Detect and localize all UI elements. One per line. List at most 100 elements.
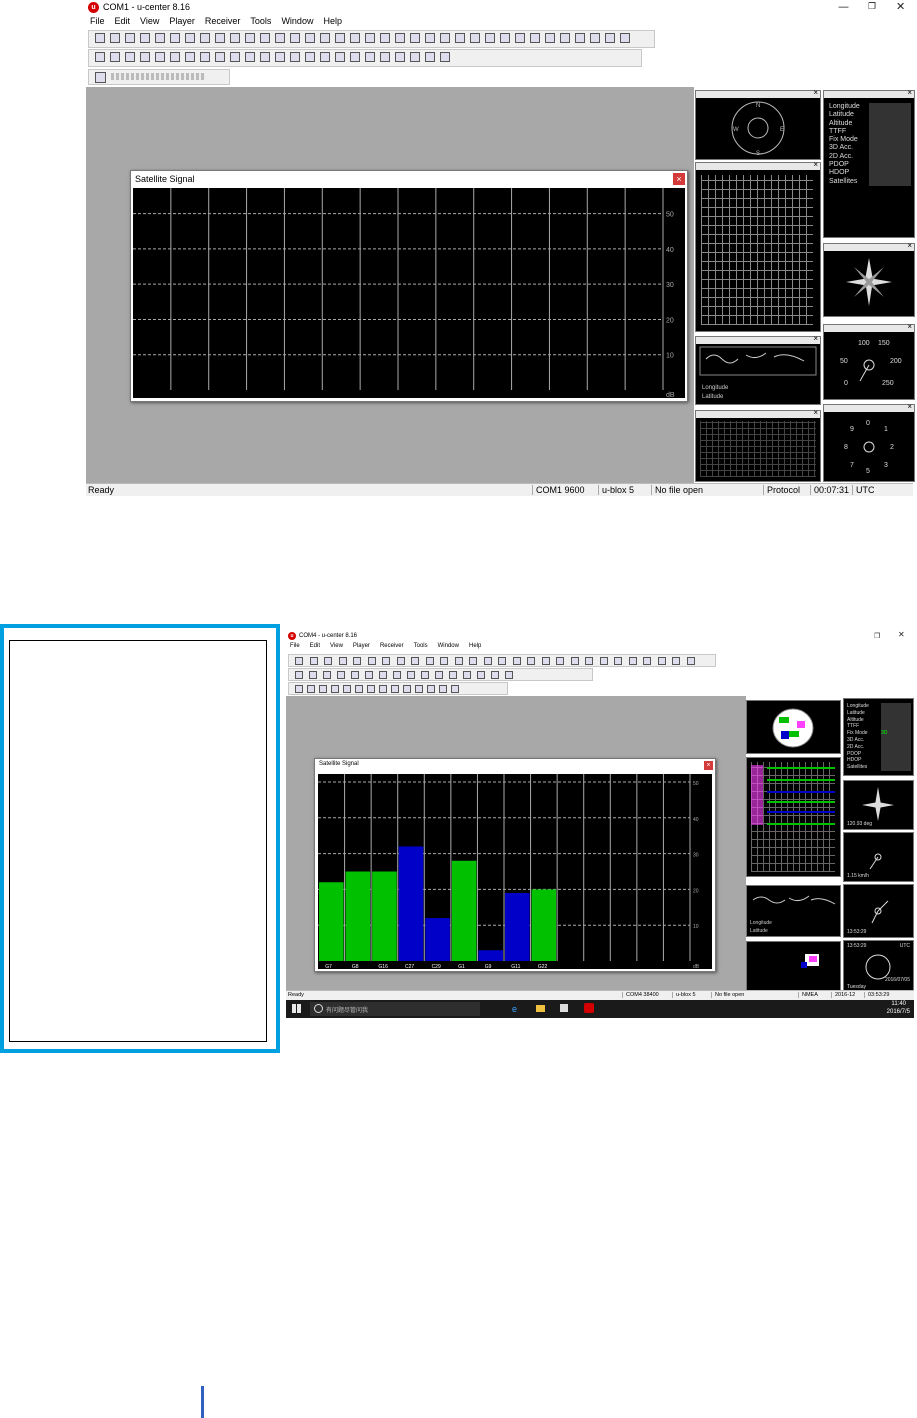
ucenter-taskbar-icon[interactable]	[584, 1003, 594, 1013]
toolbar-button-icon[interactable]	[260, 33, 270, 43]
toolbar-button-icon[interactable]	[230, 33, 240, 43]
toolbar-button-icon[interactable]	[395, 33, 405, 43]
toolbar-button-icon[interactable]	[435, 671, 443, 679]
toolbar-button-icon[interactable]	[125, 33, 135, 43]
restore-button[interactable]: ❐	[868, 2, 876, 12]
toolbar-button-icon[interactable]	[407, 671, 415, 679]
toolbar-button-icon[interactable]	[379, 685, 387, 693]
menu-item-receiver[interactable]: Receiver	[380, 643, 404, 649]
toolbar-button-icon[interactable]	[351, 671, 359, 679]
toolbar-button-icon[interactable]	[379, 671, 387, 679]
toolbar-button-icon[interactable]	[427, 685, 435, 693]
toolbar-button-icon[interactable]	[505, 671, 513, 679]
toolbar-button-icon[interactable]	[411, 657, 419, 665]
toolbar-button-icon[interactable]	[500, 33, 510, 43]
toolbar-button-icon[interactable]	[643, 657, 651, 665]
menu-item-edit[interactable]: Edit	[310, 643, 320, 649]
toolbar-button-icon[interactable]	[620, 33, 630, 43]
toolbar-button-icon[interactable]	[485, 33, 495, 43]
toolbar-button-icon[interactable]	[331, 685, 339, 693]
toolbar-button-icon[interactable]	[463, 671, 471, 679]
toolbar-button-icon[interactable]	[470, 33, 480, 43]
toolbar-button-icon[interactable]	[449, 671, 457, 679]
toolbar-button-icon[interactable]	[455, 33, 465, 43]
panel-close-icon[interactable]: ×	[907, 322, 912, 331]
toolbar-button-icon[interactable]	[309, 657, 318, 665]
menu-item-file[interactable]: File	[90, 16, 105, 26]
toolbar-button-icon[interactable]	[477, 671, 485, 679]
menu-item-view[interactable]: View	[330, 643, 343, 649]
panel-close-icon[interactable]: ×	[813, 160, 818, 169]
toolbar-button-icon[interactable]	[425, 33, 435, 43]
toolbar-button-icon[interactable]	[365, 671, 373, 679]
toolbar-button-icon[interactable]	[275, 52, 285, 62]
toolbar-button-icon[interactable]	[337, 671, 345, 679]
panel-close-icon[interactable]: ×	[813, 88, 818, 97]
toolbar-button-icon[interactable]	[353, 657, 361, 665]
toolbar-button-icon[interactable]	[570, 657, 579, 665]
toolbar-button-icon[interactable]	[498, 657, 506, 665]
menu-item-window[interactable]: Window	[438, 643, 459, 649]
menu-item-file[interactable]: File	[290, 643, 300, 649]
toolbar-button-icon[interactable]	[275, 33, 285, 43]
toolbar-button-icon[interactable]	[396, 657, 405, 665]
dialog-close-button[interactable]: ×	[673, 173, 685, 185]
toolbar-button-icon[interactable]	[110, 33, 120, 43]
toolbar-button-icon[interactable]	[439, 685, 447, 693]
close-button[interactable]: ✕	[896, 0, 905, 13]
panel-close-icon[interactable]: ×	[813, 408, 818, 417]
toolbar-button-icon[interactable]	[295, 671, 303, 679]
toolbar-button-icon[interactable]	[200, 33, 210, 43]
dialog-close-button[interactable]: ×	[704, 761, 713, 770]
toolbar-button-icon[interactable]	[512, 657, 521, 665]
toolbar-button-icon[interactable]	[335, 33, 345, 43]
toolbar-button-icon[interactable]	[290, 52, 300, 62]
toolbar-button-icon[interactable]	[628, 657, 637, 665]
toolbar-button-icon[interactable]	[672, 657, 680, 665]
toolbar-button-icon[interactable]	[110, 52, 120, 62]
toolbar-button-icon[interactable]	[560, 33, 570, 43]
toolbar-button-icon[interactable]	[320, 33, 330, 43]
restore-button[interactable]: ❐	[874, 632, 880, 640]
toolbar-button-icon[interactable]	[295, 685, 303, 693]
panel-close-icon[interactable]: ×	[907, 402, 912, 411]
toolbar-button-icon[interactable]	[585, 657, 593, 665]
toolbar-button-icon[interactable]	[170, 33, 180, 43]
panel-close-icon[interactable]: ×	[907, 88, 912, 97]
menu-item-receiver[interactable]: Receiver	[205, 16, 241, 26]
menu-item-tools[interactable]: Tools	[250, 16, 271, 26]
toolbar-button-icon[interactable]	[335, 52, 345, 62]
toolbar-button-icon[interactable]	[686, 657, 695, 665]
toolbar-button-icon[interactable]	[323, 671, 331, 679]
toolbar-button-icon[interactable]	[395, 52, 405, 62]
toolbar-button-icon[interactable]	[319, 685, 327, 693]
toolbar-button-icon[interactable]	[125, 52, 135, 62]
store-icon[interactable]	[560, 1004, 568, 1012]
toolbar-button-icon[interactable]	[403, 685, 411, 693]
menu-item-player[interactable]: Player	[169, 16, 195, 26]
toolbar-button-icon[interactable]	[556, 657, 564, 665]
menu-item-window[interactable]: Window	[281, 16, 313, 26]
toolbar-button-icon[interactable]	[367, 685, 375, 693]
toolbar-button-icon[interactable]	[355, 685, 363, 693]
toolbar-button-icon[interactable]	[391, 685, 399, 693]
toolbar-button-icon[interactable]	[421, 671, 429, 679]
close-button[interactable]: ✕	[898, 630, 905, 639]
toolbar-button-icon[interactable]	[260, 52, 270, 62]
toolbar-button-icon[interactable]	[590, 33, 600, 43]
toolbar-button-icon[interactable]	[440, 657, 448, 665]
toolbar-button-icon[interactable]	[614, 657, 622, 665]
toolbar-button-icon[interactable]	[309, 671, 317, 679]
toolbar-button-icon[interactable]	[365, 33, 375, 43]
toolbar-button-icon[interactable]	[200, 52, 210, 62]
toolbar-button-icon[interactable]	[215, 52, 225, 62]
toolbar-button-icon[interactable]	[245, 52, 255, 62]
toolbar-button-icon[interactable]	[410, 52, 420, 62]
toolbar-button-icon[interactable]	[530, 33, 540, 43]
toolbar-button-icon[interactable]	[140, 33, 150, 43]
toolbar-button-icon[interactable]	[245, 33, 255, 43]
toolbar-button-icon[interactable]	[657, 657, 666, 665]
toolbar-button-icon[interactable]	[305, 33, 315, 43]
toolbar-button-icon[interactable]	[324, 657, 332, 665]
minimize-button[interactable]: —	[838, 0, 849, 13]
